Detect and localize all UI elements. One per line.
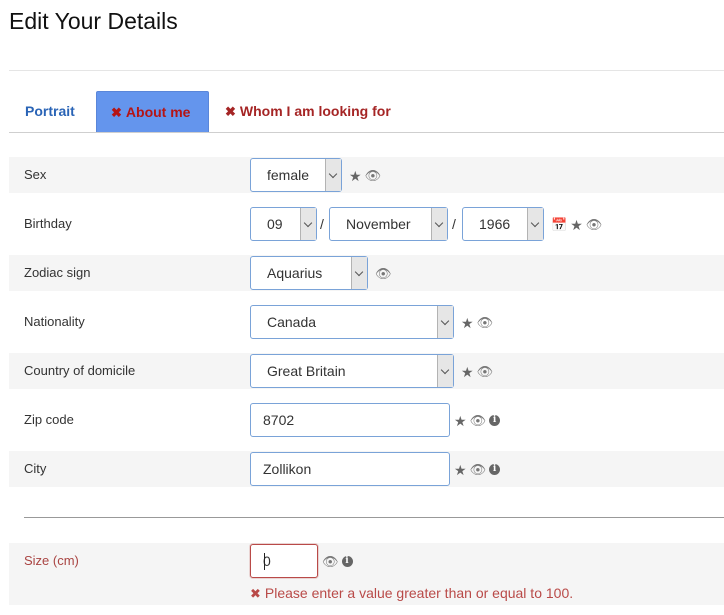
chevron-down-icon	[437, 355, 453, 387]
eye-icon[interactable]: 👁	[477, 355, 494, 389]
info-icon[interactable]: i	[341, 556, 353, 568]
birthday-month-select[interactable]: November	[329, 207, 448, 241]
city-value: Zollikon	[263, 461, 312, 477]
star-icon[interactable]: ★	[454, 453, 467, 487]
birthday-icons: 📅 ★ 👁	[551, 207, 605, 241]
chevron-down-icon	[431, 208, 447, 240]
birthday-day-value: 09	[267, 216, 283, 232]
birthday-label: Birthday	[24, 216, 72, 231]
zip-input[interactable]: 8702	[250, 403, 450, 437]
nationality-select[interactable]: Canada	[250, 305, 454, 339]
tab-portrait[interactable]: Portrait	[9, 91, 91, 132]
text-cursor	[264, 553, 265, 570]
info-icon[interactable]: i	[489, 415, 501, 427]
sex-icons: ★ 👁	[349, 158, 384, 192]
chevron-down-icon	[437, 306, 453, 338]
zip-value: 8702	[263, 412, 295, 428]
size-error-text: Please enter a value greater than or equ…	[264, 585, 574, 601]
birthday-day-select[interactable]: 09	[250, 207, 317, 241]
zip-label: Zip code	[24, 412, 74, 427]
section-divider	[24, 517, 724, 518]
star-icon[interactable]: ★	[349, 159, 362, 193]
size-icons: 👁 i	[322, 544, 356, 578]
city-label: City	[24, 461, 47, 476]
chevron-down-icon	[325, 159, 341, 191]
eye-icon[interactable]: 👁	[322, 545, 339, 579]
zodiac-icons: 👁	[375, 256, 395, 290]
tab-bar: Portrait ✖ About me ✖ Whom I am looking fo…	[9, 91, 724, 133]
calendar-icon[interactable]: 📅	[551, 208, 567, 242]
birthday-year-select[interactable]: 1966	[462, 207, 544, 241]
size-input[interactable]: 0	[250, 544, 318, 578]
divider	[9, 70, 724, 71]
nationality-icons: ★ 👁	[461, 305, 496, 339]
size-error-message: ✖ Please enter a value greater than or eq…	[250, 585, 573, 602]
star-icon[interactable]: ★	[570, 208, 583, 242]
city-input[interactable]: Zollikon	[250, 452, 450, 486]
error-x-icon: ✖	[111, 105, 122, 120]
domicile-select[interactable]: Great Britain	[250, 354, 454, 388]
zodiac-select[interactable]: Aquarius	[250, 256, 368, 290]
eye-icon[interactable]: 👁	[477, 306, 494, 340]
date-separator: /	[452, 216, 456, 232]
sex-label: Sex	[24, 167, 47, 182]
nationality-value: Canada	[267, 314, 317, 330]
tab-whom-looking-for[interactable]: ✖ Whom I am looking for	[209, 91, 407, 132]
birthday-month-value: November	[346, 216, 411, 232]
star-icon[interactable]: ★	[461, 355, 474, 389]
domicile-value: Great Britain	[267, 363, 346, 379]
domicile-icons: ★ 👁	[461, 354, 496, 388]
eye-icon[interactable]: 👁	[586, 208, 603, 242]
chevron-down-icon	[300, 208, 316, 240]
error-x-icon: ✖	[250, 586, 261, 601]
eye-icon[interactable]: 👁	[470, 453, 487, 487]
size-label: Size (cm)	[24, 553, 79, 568]
tab-about-me-label: About me	[125, 104, 191, 120]
city-icons: ★ 👁 i	[454, 452, 503, 486]
star-icon[interactable]: ★	[454, 404, 467, 438]
tab-portrait-label: Portrait	[25, 103, 75, 119]
nationality-label: Nationality	[24, 314, 85, 329]
eye-icon[interactable]: 👁	[470, 404, 487, 438]
tab-whom-looking-for-label: Whom I am looking for	[239, 103, 391, 119]
star-icon[interactable]: ★	[461, 306, 474, 340]
domicile-label: Country of domicile	[24, 363, 136, 378]
tab-about-me[interactable]: ✖ About me	[96, 91, 209, 132]
chevron-down-icon	[351, 257, 367, 289]
page-title: Edit Your Details	[9, 8, 178, 34]
chevron-down-icon	[527, 208, 543, 240]
birthday-year-value: 1966	[479, 216, 511, 232]
eye-icon[interactable]: 👁	[365, 159, 382, 193]
info-icon[interactable]: i	[489, 464, 501, 476]
zodiac-value: Aquarius	[267, 265, 323, 281]
eye-icon[interactable]: 👁	[375, 257, 392, 291]
date-separator: /	[320, 216, 324, 232]
zip-icons: ★ 👁 i	[454, 403, 503, 437]
sex-select[interactable]: female	[250, 158, 342, 192]
error-x-icon: ✖	[225, 104, 236, 119]
zodiac-label: Zodiac sign	[24, 265, 91, 280]
sex-value: female	[267, 167, 310, 183]
